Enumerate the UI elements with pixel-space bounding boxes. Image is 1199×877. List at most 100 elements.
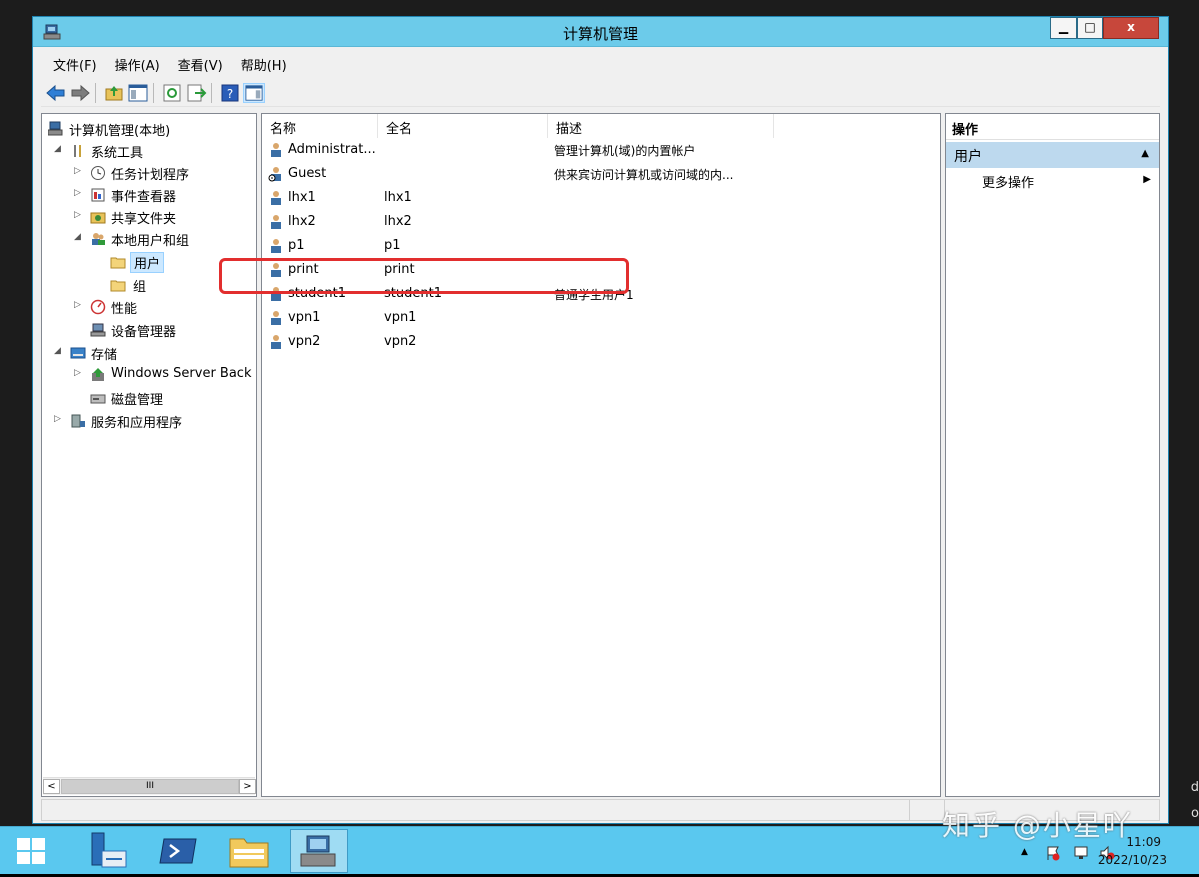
- tree-item-label: 事件查看器: [111, 190, 177, 205]
- tree-item-label: 本地用户和组: [111, 234, 190, 249]
- cell-description: 管理计算机(域)的内置帐户: [554, 144, 696, 158]
- disk-icon: [90, 394, 106, 404]
- collapsed-arrow-icon[interactable]: ▷: [74, 188, 81, 198]
- user-icon: [271, 311, 281, 325]
- windows-start-icon[interactable]: [16, 837, 46, 865]
- tree-horizontal-scrollbar[interactable]: < III >: [43, 777, 256, 795]
- computer-management-icon: [300, 835, 336, 867]
- folder-icon: [229, 838, 269, 868]
- expanded-arrow-icon[interactable]: ◢: [54, 346, 61, 356]
- minimize-button[interactable]: ▁: [1050, 17, 1077, 39]
- column-header-full-name[interactable]: 全名: [378, 114, 548, 138]
- title-bar[interactable]: 计算机管理 ▁ □ x: [33, 17, 1168, 47]
- menu-view[interactable]: 查看(V): [166, 51, 229, 74]
- tree-item-label: Windows Server Back: [111, 366, 252, 381]
- collapsed-arrow-icon[interactable]: ▷: [74, 166, 81, 176]
- file-explorer-taskbar-button[interactable]: [220, 829, 278, 873]
- table-row[interactable]: lhx2 lhx2: [262, 210, 938, 234]
- cell-full-name: p1: [384, 238, 401, 253]
- svg-text:?: ?: [227, 87, 233, 101]
- table-row[interactable]: vpn2 vpn2: [262, 330, 938, 354]
- show-hide-tree-icon[interactable]: [127, 83, 149, 103]
- backup-icon: [92, 368, 104, 381]
- console-tree: 计算机管理(本地) ◢ 系统工具 ▷ 任务计划程序 ▷ 事件查看器 ▷ 共享文件…: [41, 113, 257, 797]
- maximize-button[interactable]: □: [1077, 17, 1103, 39]
- scroll-left-button[interactable]: <: [43, 779, 60, 794]
- column-header-name[interactable]: 名称: [262, 114, 378, 138]
- highlight-box: [219, 258, 629, 294]
- menu-help[interactable]: 帮助(H): [229, 51, 293, 74]
- computer-management-taskbar-button[interactable]: [290, 829, 348, 873]
- cell-name: lhx1: [288, 190, 316, 205]
- menu-file[interactable]: 文件(F): [41, 51, 103, 74]
- table-row[interactable]: Guest 供来宾访问计算机或访问域的内...: [262, 162, 938, 186]
- tree-item-label: 计算机管理(本地): [69, 124, 171, 139]
- tree-item-label: 设备管理器: [111, 325, 177, 340]
- forward-arrow-icon[interactable]: [69, 83, 91, 103]
- close-button[interactable]: x: [1103, 17, 1159, 39]
- column-header-description[interactable]: 描述: [548, 114, 774, 138]
- table-row[interactable]: Administrat... 管理计算机(域)的内置帐户: [262, 138, 938, 162]
- back-arrow-icon[interactable]: [45, 83, 67, 103]
- event-viewer-icon: [91, 188, 105, 202]
- scroll-right-button[interactable]: >: [239, 779, 256, 794]
- cell-name: Administrat...: [288, 142, 376, 157]
- table-row[interactable]: lhx1 lhx1: [262, 186, 938, 210]
- tree-item-label: 存储: [91, 348, 118, 363]
- help-icon[interactable]: ?: [219, 83, 241, 103]
- collapsed-arrow-icon[interactable]: ▷: [54, 414, 61, 424]
- folder-icon: [110, 257, 126, 269]
- actions-section-users[interactable]: 用户 ▲: [946, 142, 1159, 168]
- cell-description: 供来宾访问计算机或访问域的内...: [554, 168, 734, 182]
- server-manager-taskbar-button[interactable]: [80, 829, 138, 873]
- collapsed-arrow-icon[interactable]: ▷: [74, 368, 81, 378]
- submenu-arrow-icon[interactable]: ▶: [1143, 174, 1151, 185]
- cell-full-name: lhx2: [384, 214, 412, 229]
- table-row[interactable]: vpn1 vpn1: [262, 306, 938, 330]
- action-center-flag-icon[interactable]: [1045, 845, 1061, 861]
- tree-item-label: 组: [133, 280, 147, 295]
- powershell-taskbar-button[interactable]: [150, 829, 208, 873]
- user-icon: [271, 191, 281, 205]
- tree-item-label: 共享文件夹: [111, 212, 177, 227]
- refresh-icon[interactable]: [161, 83, 183, 103]
- tree-item-label: 用户: [130, 252, 165, 273]
- cell-full-name: vpn2: [384, 334, 417, 349]
- user-icon: [271, 335, 281, 349]
- show-hidden-icons-chevron-icon[interactable]: ▲: [1021, 847, 1028, 857]
- scroll-thumb[interactable]: III: [61, 779, 239, 794]
- cell-name: p1: [288, 238, 305, 253]
- cell-name: lhx2: [288, 214, 316, 229]
- folder-icon: [110, 280, 126, 292]
- tree-item-label: 性能: [111, 302, 138, 317]
- tree-item-label: 系统工具: [91, 146, 144, 161]
- user-icon: [271, 215, 281, 229]
- expanded-arrow-icon[interactable]: ◢: [74, 232, 81, 242]
- clock-date[interactable]: 2022/10/23: [1098, 853, 1167, 867]
- more-actions-item[interactable]: 更多操作: [982, 172, 1034, 191]
- collapsed-arrow-icon[interactable]: ▷: [74, 300, 81, 310]
- up-folder-icon[interactable]: [103, 83, 125, 103]
- network-icon[interactable]: [1073, 845, 1089, 861]
- tree-item-label: 服务和应用程序: [91, 416, 183, 431]
- cell-name: Guest: [288, 166, 327, 181]
- cell-full-name: vpn1: [384, 310, 417, 325]
- expanded-arrow-icon[interactable]: ◢: [54, 144, 61, 154]
- toolbar: ?: [41, 79, 1160, 107]
- cell-name: vpn2: [288, 334, 321, 349]
- collapse-triangle-icon[interactable]: ▲: [1141, 148, 1149, 159]
- computer-management-window: 计算机管理 ▁ □ x 文件(F) 操作(A) 查看(V) 帮助(H) ? 计算…: [32, 16, 1169, 824]
- actions-section-label: 用户: [954, 149, 982, 165]
- collapsed-arrow-icon[interactable]: ▷: [74, 210, 81, 220]
- export-list-icon[interactable]: [185, 83, 207, 103]
- show-hide-action-pane-icon[interactable]: [243, 83, 265, 103]
- clock-icon: [91, 166, 105, 180]
- services-icon: [71, 414, 85, 428]
- performance-gauge-icon: [90, 299, 106, 315]
- watermark: 知乎 @小星吖: [942, 809, 1133, 842]
- menu-action[interactable]: 操作(A): [103, 51, 166, 74]
- cell-full-name: lhx1: [384, 190, 412, 205]
- cell-name: vpn1: [288, 310, 321, 325]
- table-row[interactable]: p1 p1: [262, 234, 938, 258]
- user-list: 名称 全名 描述 Administrat... 管理计算机(域)的内置帐户 Gu…: [261, 113, 941, 797]
